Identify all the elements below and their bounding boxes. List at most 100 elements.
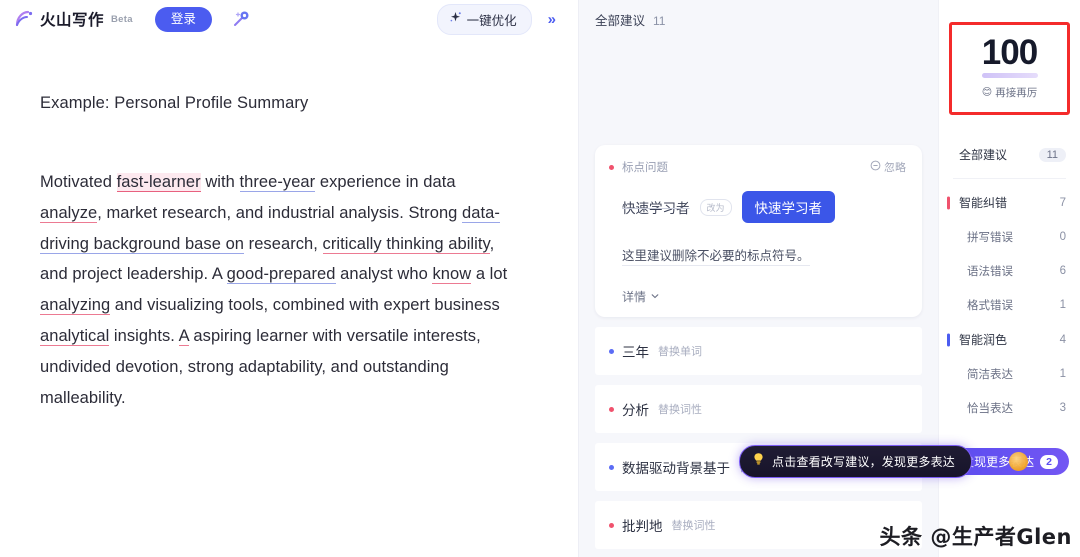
category-color-bar <box>947 333 950 346</box>
suggestions-header: 全部建议 11 <box>579 0 938 37</box>
issue-type-dot <box>609 348 614 354</box>
suggestion-tag: 替换词性 <box>658 404 702 416</box>
issue-type-label: 标点问题 <box>622 162 668 174</box>
brand-name: 火山写作 <box>40 12 105 29</box>
discover-count: 2 <box>1040 454 1058 469</box>
annotated-text-5[interactable]: analyze <box>40 203 98 223</box>
category-label: 格式错误 <box>967 300 1013 312</box>
ignore-button[interactable]: 忽略 <box>870 159 906 175</box>
score-card: 100 😊 再接再厉 <box>949 22 1070 115</box>
score-label-row: 😊 再接再厉 <box>952 85 1067 100</box>
category-all-suggestions[interactable]: 全部建议 11 <box>939 137 1080 172</box>
category-subitem[interactable]: 恰当表达 3 <box>939 391 1080 425</box>
score-value: 100 <box>981 33 1038 72</box>
category-subitem[interactable]: 语法错误 6 <box>939 254 1080 288</box>
category-label: 智能润色 <box>959 333 1008 347</box>
category-count: 4 <box>1059 333 1066 346</box>
issue-type-dot <box>609 164 614 170</box>
one-click-optimize-button[interactable]: 一键优化 <box>436 3 532 35</box>
suggestion-word: 分析 <box>622 403 649 418</box>
detail-label: 详情 <box>622 290 647 304</box>
category-subitem[interactable]: 拼写错误 0 <box>939 220 1080 254</box>
suggestion-list: 三年替换单词分析替换词性数据驱动背景基于替换批判地替换词性 <box>579 327 938 549</box>
category-label: 恰当表达 <box>967 403 1013 415</box>
category-group[interactable]: 智能纠错 7 <box>939 185 1080 220</box>
annotated-text-1[interactable]: fast-learner <box>116 173 201 192</box>
category-count: 1 <box>1059 368 1066 380</box>
chevron-down-icon <box>650 290 660 304</box>
ignore-label: 忽略 <box>884 162 906 174</box>
brand-logo[interactable]: 火山写作 Beta <box>14 8 133 30</box>
category-count: 0 <box>1059 231 1066 243</box>
annotated-text-3[interactable]: three-year <box>239 173 316 192</box>
suggestion-card[interactable]: 标点问题 忽略 快速学习者 改为 快速学习者 这里建议删除不必要的标点符号。 详… <box>595 145 922 317</box>
sparkle-icon <box>449 11 462 27</box>
issue-type-dot <box>609 406 614 412</box>
category-label: 简洁表达 <box>967 369 1013 381</box>
replacement-row: 快速学习者 改为 快速学习者 <box>622 191 906 223</box>
list-item[interactable]: 分析 替换词性 <box>595 385 922 433</box>
circle-minus-icon <box>870 160 881 174</box>
category-count: 3 <box>1059 402 1066 414</box>
annotated-text-9[interactable]: critically thinking ability <box>322 234 490 254</box>
suggestion-card-header: 标点问题 忽略 <box>609 159 906 175</box>
category-group[interactable]: 智能润色 4 <box>939 322 1080 357</box>
score-label-text: 再接再厉 <box>995 87 1038 99</box>
category-count: 1 <box>1059 299 1066 311</box>
login-button[interactable]: 登录 <box>154 6 212 32</box>
issue-type-dot <box>609 522 614 528</box>
suggestion-word: 三年 <box>622 345 649 360</box>
editor-pane: 火山写作 Beta 登录 一键优化 » Example: Personal Pr… <box>0 0 578 557</box>
suggestions-header-title: 全部建议 <box>595 14 646 28</box>
category-count: 7 <box>1059 196 1066 209</box>
suggestion-word: 数据驱动背景基于 <box>622 461 730 476</box>
tooltip-text: 点击查看改写建议，发现更多表达 <box>772 455 956 469</box>
annotated-text-17[interactable]: analytical <box>40 326 110 346</box>
document-body[interactable]: Example: Personal Profile Summary Motiva… <box>0 38 578 413</box>
category-label: 智能纠错 <box>959 196 1008 210</box>
app-root: 火山写作 Beta 登录 一键优化 » Example: Personal Pr… <box>0 0 1080 557</box>
list-item[interactable]: 三年 替换单词 <box>595 327 922 375</box>
category-subitem[interactable]: 格式错误 1 <box>939 288 1080 322</box>
discover-label: 发现更多表达 <box>962 455 1035 469</box>
magic-wand-icon[interactable] <box>228 6 254 32</box>
change-to-badge: 改为 <box>699 198 732 216</box>
suggestions-pane: 全部建议 11 标点问题 忽略 快速学习者 改为 快速学习者 这里建议删除不必要… <box>578 0 973 557</box>
suggestion-explanation: 这里建议删除不必要的标点符号。 <box>622 245 810 266</box>
annotated-text-15[interactable]: analyzing <box>40 296 111 316</box>
issue-type-dot <box>609 464 614 470</box>
category-count: 6 <box>1059 265 1066 277</box>
category-groups: 智能纠错 7 拼写错误 0 语法错误 6 格式错误 1 智能润色 4 简洁表达 1 恰当表达 3 <box>939 185 1080 425</box>
optimize-label: 一键优化 <box>466 13 517 28</box>
detail-toggle[interactable]: 详情 <box>622 288 906 305</box>
document-paragraph[interactable]: Motivated fast-learner with three-year e… <box>40 167 510 413</box>
collapse-panel-button[interactable]: » <box>540 10 564 29</box>
category-count: 11 <box>1038 147 1066 162</box>
score-underline-decoration <box>981 73 1038 78</box>
annotated-text-13[interactable]: know <box>432 265 472 285</box>
suggestions-header-count: 11 <box>653 14 666 28</box>
suggestion-tag: 替换单词 <box>658 346 702 358</box>
category-label: 全部建议 <box>959 148 1008 162</box>
category-list: 全部建议 11 智能纠错 7 拼写错误 0 语法错误 6 格式错误 1 智能润色 4 简洁表达 1 恰当… <box>939 137 1080 425</box>
category-label: 拼写错误 <box>967 232 1013 244</box>
annotated-text-11[interactable]: good-prepared <box>226 265 336 285</box>
smiley-icon: 😊 <box>981 87 993 98</box>
toolbar-right-group: 一键优化 » <box>436 3 564 35</box>
watermark-text: 头条 @生产者Glen <box>879 525 1072 549</box>
category-subitem[interactable]: 简洁表达 1 <box>939 357 1080 391</box>
list-item[interactable]: 批判地 替换词性 <box>595 501 922 549</box>
volcano-logo-icon <box>14 9 36 29</box>
lightbulb-icon <box>752 452 765 471</box>
suggestion-word: 批判地 <box>622 519 663 534</box>
document-title: Example: Personal Profile Summary <box>40 94 309 112</box>
category-divider <box>953 178 1066 179</box>
replacement-button[interactable]: 快速学习者 <box>741 191 836 223</box>
top-toolbar: 火山写作 Beta 登录 一键优化 » <box>0 0 578 38</box>
original-text: 快速学习者 <box>622 201 690 216</box>
annotated-text-19[interactable]: A <box>178 326 189 346</box>
rewrite-tooltip: 点击查看改写建议，发现更多表达 <box>739 445 973 478</box>
category-label: 语法错误 <box>967 266 1013 278</box>
category-color-bar <box>947 196 950 209</box>
suggestion-tag: 替换词性 <box>671 520 716 532</box>
